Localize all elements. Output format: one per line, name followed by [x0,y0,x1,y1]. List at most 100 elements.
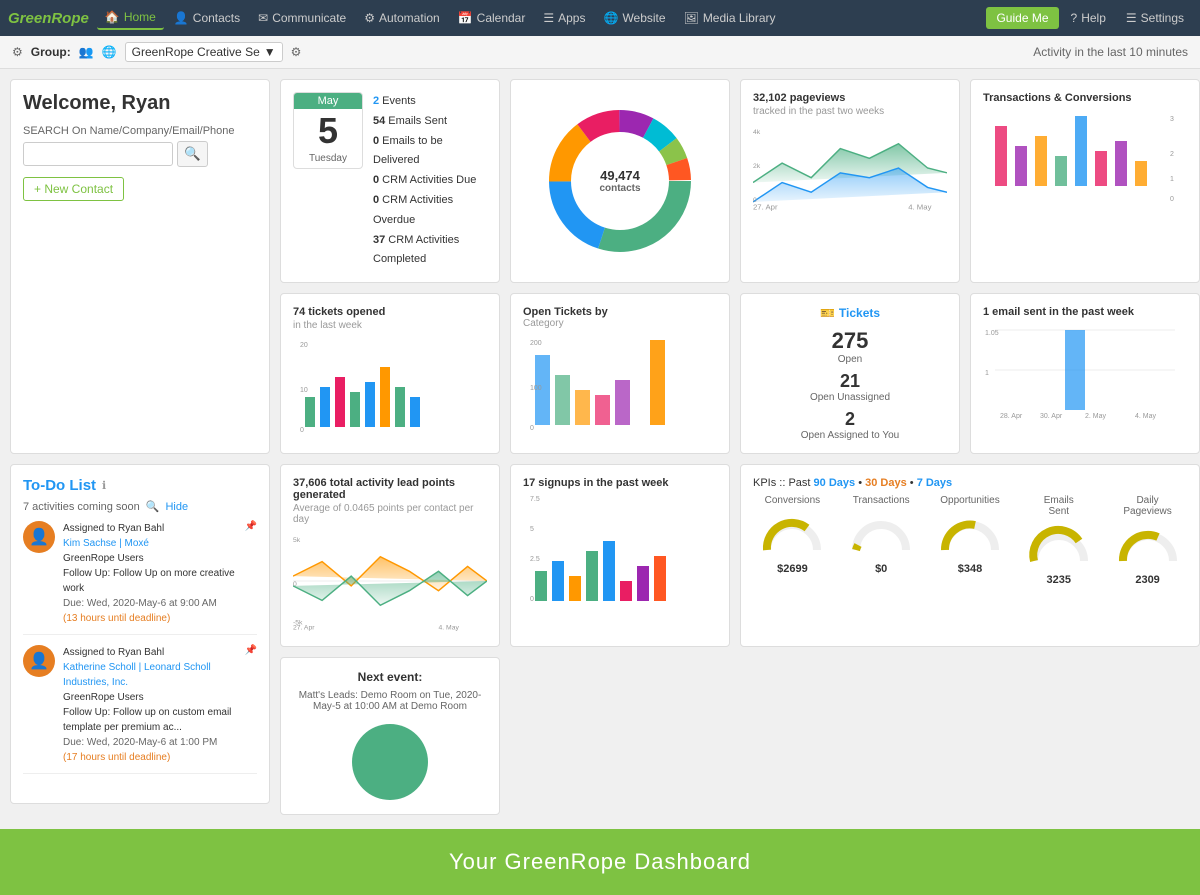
todo-due: Due: Wed, 2020-May-6 at 1:00 PM [63,735,237,750]
open-tickets-card: 🎫 Tickets 275 Open 21 Open Unassigned 2 … [740,293,960,454]
kpi-90-link[interactable]: 90 Days [814,477,856,489]
svg-text:28. Apr: 28. Apr [1000,413,1023,420]
kpi-pageviews-value: 2309 [1113,574,1183,586]
svg-text:27. Apr: 27. Apr [753,203,778,212]
logo[interactable]: GreenRope [8,10,89,27]
nav-contacts[interactable]: 👤 Contacts [166,7,248,29]
kpi-transactions-gauge [846,510,916,560]
nav-calendar[interactable]: 📅 Calendar [450,7,534,29]
nav-website-label: Website [622,11,665,25]
contacts-icon: 👤 [174,11,189,25]
todo-sub: 7 activities coming soon 🔍 Hide [23,500,257,513]
welcome-title: Welcome, Ryan [23,92,257,115]
search-row: 🔍 [23,141,257,167]
kpi-header: KPIs :: Past 90 Days • 30 Days • 7 Days [753,477,1187,489]
avatar: 👤 [23,645,55,677]
nav-help[interactable]: ? Help [1063,7,1114,29]
new-contact-button[interactable]: + New Contact [23,177,124,201]
todo-due: Due: Wed, 2020-May-6 at 9:00 AM [63,596,237,611]
kpi-transactions-value: $0 [846,563,916,575]
svg-text:4. May: 4. May [1135,413,1157,420]
settings-icon: ☰ [1126,11,1137,25]
calendar-badge: May 5 Tuesday [293,92,363,169]
nav-communicate[interactable]: ✉ Communicate [250,7,354,29]
pageviews-title: 32,102 pageviews [753,92,947,104]
nav-apps-label: Apps [558,11,585,25]
nav-apps[interactable]: ☰ Apps [535,7,593,29]
kpi-opportunities-gauge [935,510,1005,560]
svg-text:4. May: 4. May [908,203,931,212]
todo-deadline: (17 hours until deadline) [63,750,237,765]
kpi-card: KPIs :: Past 90 Days • 30 Days • 7 Days … [740,464,1200,647]
toolbar: ⚙ Group: 👥 🌐 GreenRope Creative Se ▼ ⚙ A… [0,36,1200,69]
svg-text:30. Apr: 30. Apr [1040,413,1063,420]
todo-info-icon: ℹ [102,479,106,492]
todo-contact[interactable]: Katherine Scholl | Leonard Scholl Indust… [63,660,237,690]
pageviews-subtitle: tracked in the past two weeks [753,106,947,117]
donut-container: 49,474 contacts [540,101,700,261]
nav-website[interactable]: 🌐 Website [595,7,673,29]
kpi-7-link[interactable]: 7 Days [917,477,952,489]
search-icon: 🔍 [184,146,201,161]
svg-text:2.5: 2.5 [530,556,540,563]
nav-home[interactable]: 🏠 Home [97,6,164,30]
kpi-transactions: Transactions $0 [846,495,916,586]
search-label: SEARCH On Name/Company/Email/Phone [23,125,257,137]
svg-text:5k: 5k [293,537,301,544]
todo-assigned: Assigned to Ryan Bahl [63,645,237,660]
cal-month: May [294,93,362,109]
communicate-icon: ✉ [258,11,268,25]
help-icon: ? [1071,11,1078,25]
nav-automation[interactable]: ⚙ Automation [356,7,447,29]
transactions-title: Transactions & Conversions [983,92,1187,104]
search-input[interactable] [23,142,173,166]
svg-text:100: 100 [530,385,542,392]
nav-settings[interactable]: ☰ Settings [1118,7,1192,29]
todo-group: GreenRope Users [63,690,237,705]
group-icon1: 👥 [79,45,94,59]
guide-me-button[interactable]: Guide Me [986,7,1058,29]
kpi-opportunities-label: Opportunities [935,495,1005,506]
svg-text:0: 0 [753,197,757,204]
todo-contact[interactable]: Kim Sachse | Moxé [63,536,237,551]
tickets-link[interactable]: Tickets [839,306,880,320]
next-event-circle [350,722,430,802]
kpi-grid: Conversions $2699 Transactions $0 Opport… [753,495,1187,586]
kpi-separator2: • [910,477,917,489]
navbar: GreenRope 🏠 Home 👤 Contacts ✉ Communicat… [0,0,1200,36]
kpi-emails-label: EmailsSent [1024,495,1094,517]
apps-icon: ☰ [543,11,554,25]
avatar: 👤 [23,521,55,553]
open-tickets-label: Open [753,354,947,365]
todo-search-icon[interactable]: 🔍 [146,500,160,513]
svg-text:5: 5 [530,526,534,533]
svg-text:2k: 2k [753,163,761,170]
kpi-30-link[interactable]: 30 Days [865,477,907,489]
footer-banner: Your GreenRope Dashboard [0,829,1200,895]
todo-hide-link[interactable]: Hide [165,501,188,513]
kpi-conversions: Conversions $2699 [757,495,827,586]
nav-media[interactable]: 🖼 Media Library [676,7,784,29]
lead-points-subtitle: Average of 0.0465 points per contact per… [293,503,487,525]
nav-contacts-label: Contacts [193,11,240,25]
todo-pin-icon: 📌 [245,521,257,626]
calendar-icon: 📅 [458,11,473,25]
search-button[interactable]: 🔍 [177,141,208,167]
svg-text:1: 1 [985,370,989,377]
tickets-opened-card: 74 tickets opened in the last week 20 10… [280,293,500,454]
unassigned-count: 21 [753,371,947,392]
todo-pin-icon: 📌 [245,645,257,765]
donut-center: 49,474 contacts [599,168,640,194]
activity-text: Activity in the last 10 minutes [1033,45,1188,59]
pageviews-card: 32,102 pageviews tracked in the past two… [740,79,960,283]
kpi-opportunities-value: $348 [935,563,1005,575]
footer-text: Your GreenRope Dashboard [449,849,751,874]
group-selector[interactable]: GreenRope Creative Se ▼ [125,42,283,62]
kpi-pageviews: DailyPageviews 2309 [1113,495,1183,586]
svg-text:7.5: 7.5 [530,496,540,503]
avatar-icon: 👤 [29,527,49,547]
email-sent-card: 1 email sent in the past week 1.05 1 28.… [970,293,1200,454]
todo-card: To-Do List ℹ 7 activities coming soon 🔍 … [10,464,270,804]
group-settings-icon[interactable]: ⚙ [291,45,302,59]
tickets-by-category-card: Open Tickets by Category 200 100 0 [510,293,730,454]
